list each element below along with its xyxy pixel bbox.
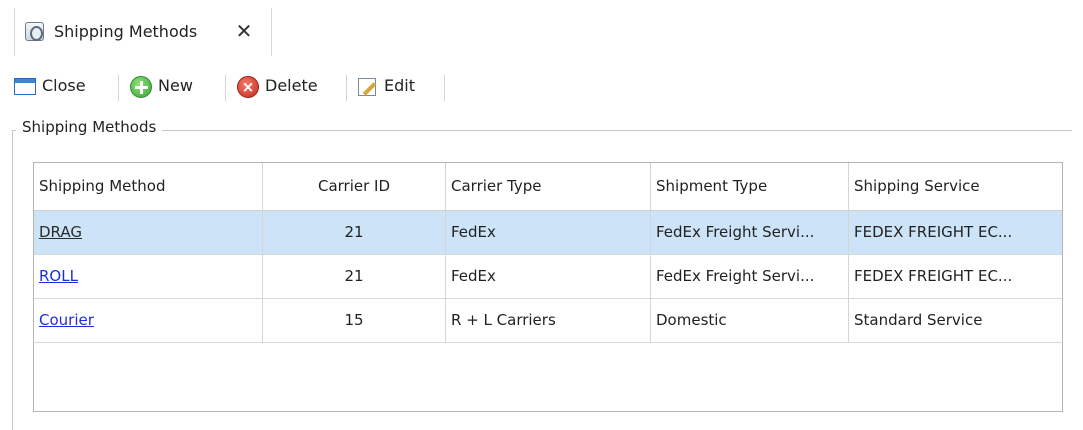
table-row[interactable]: Courier 15 R + L Carriers Domestic Stand… — [34, 299, 1062, 343]
column-header-carrier-id[interactable]: Carrier ID — [263, 163, 446, 210]
shipping-service-cell: FEDEX FREIGHT EC... — [854, 223, 1013, 241]
column-header-carrier-type[interactable]: Carrier Type — [446, 163, 651, 210]
carrier-id-cell: 21 — [263, 211, 446, 254]
shipping-methods-grid: Shipping Method Carrier ID Carrier Type … — [33, 162, 1063, 412]
carrier-id-cell: 15 — [263, 299, 446, 342]
shipment-type-cell: FedEx Freight Servi... — [651, 255, 849, 298]
edit-icon — [358, 78, 376, 96]
shipping-service-cell: FEDEX FREIGHT EC... — [854, 267, 1013, 285]
shipment-type-cell: Domestic — [651, 299, 849, 342]
edit-button[interactable]: Edit — [356, 70, 436, 104]
close-tab-icon[interactable]: ✕ — [233, 20, 255, 42]
toolbar-separator — [444, 75, 445, 101]
delete-icon: × — [237, 76, 259, 98]
shipping-method-link[interactable]: DRAG — [39, 223, 82, 241]
delete-button-label: Delete — [265, 76, 318, 95]
shipping-service-cell: Standard Service — [854, 311, 983, 329]
column-header-shipping-service[interactable]: Shipping Service — [849, 163, 1062, 210]
table-row[interactable]: DRAG 21 FedEx FedEx Freight Servi... FED… — [34, 211, 1062, 255]
close-button[interactable]: Close — [12, 70, 108, 104]
shipment-type-cell: FedEx Freight Servi... — [651, 211, 849, 254]
close-button-label: Close — [42, 76, 86, 95]
column-header-shipping-method[interactable]: Shipping Method — [34, 163, 263, 210]
carrier-type-cell: FedEx — [446, 255, 651, 298]
window-icon — [14, 78, 36, 95]
carrier-type-cell: R + L Carriers — [446, 299, 651, 342]
toolbar-separator — [118, 75, 119, 101]
tab-label: Shipping Methods — [54, 22, 198, 41]
group-title: Shipping Methods — [16, 118, 163, 136]
carrier-type-cell: FedEx — [446, 211, 651, 254]
grid-header: Shipping Method Carrier ID Carrier Type … — [34, 163, 1062, 211]
tab-strip: Shipping Methods ✕ — [0, 0, 1083, 56]
delete-button[interactable]: × Delete — [235, 70, 339, 104]
shipping-method-link[interactable]: ROLL — [39, 267, 78, 285]
new-button[interactable]: New — [128, 70, 220, 104]
carrier-id-cell: 21 — [263, 255, 446, 298]
table-row[interactable]: ROLL 21 FedEx FedEx Freight Servi... FED… — [34, 255, 1062, 299]
toolbar: Close New × Delete Edit — [12, 70, 452, 104]
toolbar-separator — [225, 75, 226, 101]
add-icon — [130, 76, 152, 98]
shipping-icon — [25, 22, 44, 41]
shipping-method-link[interactable]: Courier — [39, 311, 94, 329]
column-header-shipment-type[interactable]: Shipment Type — [651, 163, 849, 210]
tab-shipping-methods[interactable]: Shipping Methods ✕ — [14, 8, 272, 56]
toolbar-separator — [346, 75, 347, 101]
edit-button-label: Edit — [384, 76, 415, 95]
new-button-label: New — [158, 76, 193, 95]
